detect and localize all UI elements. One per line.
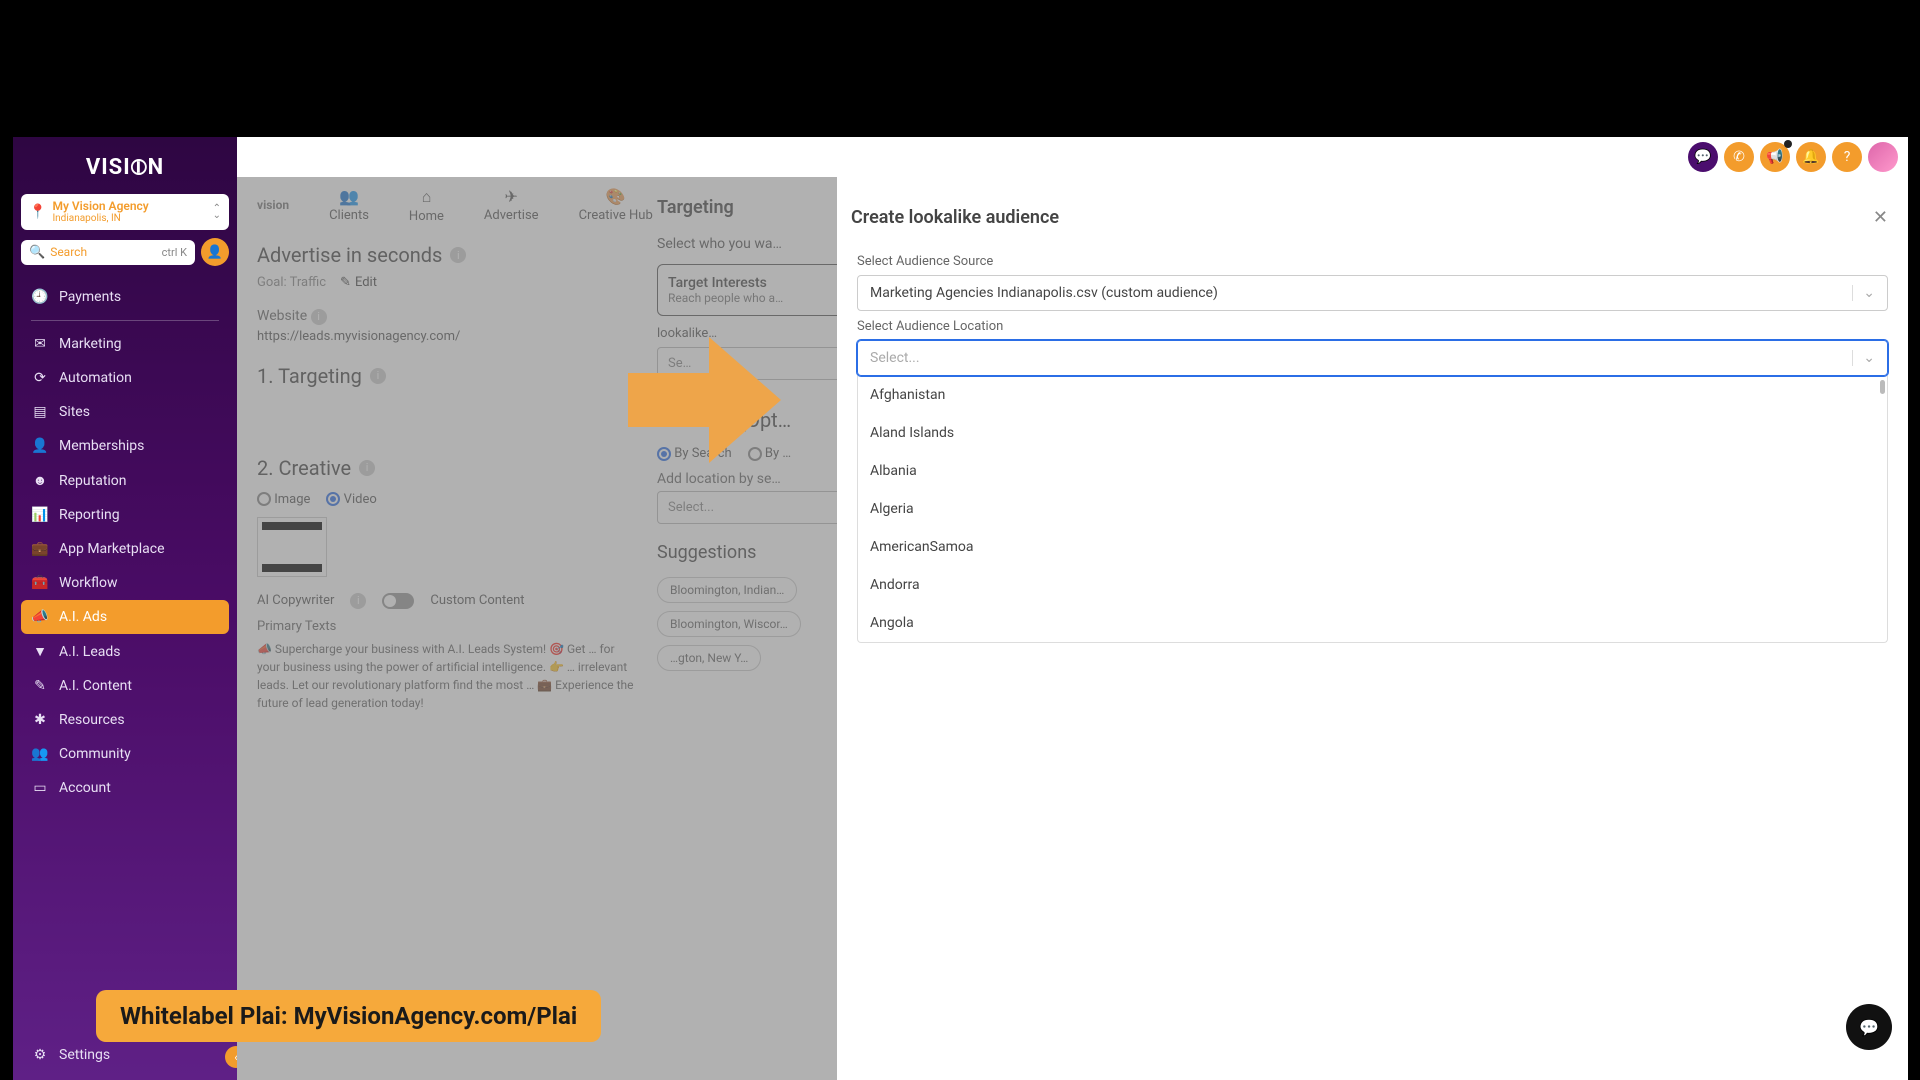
main-canvas: vision 👥Clients ⌂Home ✈Advertise 🎨Creati… (237, 177, 1908, 1080)
chat-fab[interactable]: 💬 (1846, 1004, 1892, 1050)
brand-logo: VISI⦶N (13, 155, 237, 180)
search-shortcut: ctrl K (162, 246, 187, 259)
community-icon: 👥 (31, 746, 49, 762)
avatar[interactable] (1868, 142, 1898, 172)
dropdown-option[interactable]: Angola (858, 604, 1887, 642)
lookalike-modal: Create lookalike audience ✕ Select Audie… (837, 197, 1908, 1080)
sidebar-item-payments[interactable]: 🕘Payments (13, 280, 237, 314)
search-placeholder: Search (50, 245, 156, 259)
gear-icon: ⚙ (31, 1047, 49, 1063)
help-icon[interactable]: ? (1832, 142, 1862, 172)
chevron-updown-icon: ⌃⌄ (213, 205, 221, 219)
sidebar-item-automation[interactable]: ⟳Automation (13, 361, 237, 395)
agency-name: My Vision Agency (52, 200, 148, 213)
account-icon: ▭ (31, 780, 49, 796)
modal-title: Create lookalike audience (851, 207, 1059, 228)
whitelabel-banner: Whitelabel Plai: MyVisionAgency.com/Plai (96, 990, 601, 1042)
chat-icon[interactable]: 💬 (1688, 142, 1718, 172)
annotation-arrow (610, 310, 790, 494)
location-label: Select Audience Location (857, 319, 1888, 334)
dropdown-option[interactable]: Andorra (858, 566, 1887, 604)
location-dropdown: Afghanistan Aland Islands Albania Algeri… (857, 376, 1888, 643)
dropdown-option[interactable]: Aland Islands (858, 414, 1887, 452)
agency-location: Indianapolis, IN (52, 213, 148, 224)
scrollbar[interactable] (1880, 380, 1885, 394)
workflow-icon: 🧰 (31, 575, 49, 591)
source-select[interactable]: Marketing Agencies Indianapolis.csv (cus… (857, 275, 1888, 311)
sidebar-item-community[interactable]: 👥Community (13, 737, 237, 771)
search-icon: 🔍 (29, 245, 45, 260)
location-placeholder: Select... (870, 350, 920, 366)
sidebar: VISI⦶N 📍 My Vision Agency Indianapolis, … (13, 137, 237, 1080)
phone-icon[interactable]: ✆ (1724, 142, 1754, 172)
sidebar-item-ai-ads[interactable]: 📣A.I. Ads (21, 600, 229, 634)
location-select[interactable]: Select... ⌄ (857, 340, 1888, 376)
sidebar-item-reporting[interactable]: 📊Reporting (13, 498, 237, 532)
sites-icon: ▤ (31, 404, 49, 420)
source-label: Select Audience Source (857, 254, 1888, 269)
dropdown-option[interactable]: Afghanistan (858, 376, 1887, 414)
sidebar-item-resources[interactable]: ✱Resources (13, 703, 237, 737)
agency-selector[interactable]: 📍 My Vision Agency Indianapolis, IN ⌃⌄ (21, 194, 229, 230)
chevron-down-icon: ⌄ (1852, 285, 1875, 301)
dropdown-option[interactable]: Albania (858, 452, 1887, 490)
ads-icon: 📣 (31, 609, 49, 625)
sidebar-item-account[interactable]: ▭Account (13, 771, 237, 805)
source-value: Marketing Agencies Indianapolis.csv (cus… (870, 285, 1218, 301)
reporting-icon: 📊 (31, 507, 49, 523)
dropdown-option[interactable]: Algeria (858, 490, 1887, 528)
search-input[interactable]: 🔍 Search ctrl K (21, 240, 195, 265)
close-icon[interactable]: ✕ (1873, 207, 1888, 228)
sidebar-item-ai-content[interactable]: ✎A.I. Content (13, 669, 237, 703)
sidebar-item-workflow[interactable]: 🧰Workflow (13, 566, 237, 600)
sidebar-item-app-marketplace[interactable]: 💼App Marketplace (13, 532, 237, 566)
pin-icon: 📍 (29, 204, 46, 220)
sidebar-item-sites[interactable]: ▤Sites (13, 395, 237, 429)
divider (31, 320, 219, 321)
chevron-down-icon: ⌄ (1852, 350, 1875, 366)
reputation-icon: ☻ (31, 472, 49, 489)
bell-icon[interactable]: 🔔 (1796, 142, 1826, 172)
funnel-icon: ▼ (31, 643, 49, 660)
marketing-icon: ✉ (31, 336, 49, 352)
sidebar-nav: 🕘Payments ✉Marketing ⟳Automation ▤Sites … (13, 276, 237, 809)
dropdown-option[interactable]: AmericanSamoa (858, 528, 1887, 566)
sidebar-item-settings[interactable]: ⚙Settings (13, 1038, 237, 1072)
marketplace-icon: 💼 (31, 541, 49, 557)
automation-icon: ⟳ (31, 370, 49, 386)
topbar: 💬 ✆ 📢 🔔 ? (13, 137, 1908, 177)
memberships-icon: 👤 (31, 438, 49, 454)
sidebar-item-ai-leads[interactable]: ▼A.I. Leads (13, 634, 237, 669)
sidebar-item-memberships[interactable]: 👤Memberships (13, 429, 237, 463)
sidebar-item-reputation[interactable]: ☻Reputation (13, 463, 237, 498)
sidebar-item-marketing[interactable]: ✉Marketing (13, 327, 237, 361)
resources-icon: ✱ (31, 712, 49, 728)
app-region: 💬 ✆ 📢 🔔 ? VISI⦶N 📍 My Vision Agency Indi… (13, 137, 1908, 1080)
announce-icon[interactable]: 📢 (1760, 142, 1790, 172)
payments-icon: 🕘 (31, 289, 49, 305)
user-icon[interactable]: 👤 (201, 238, 229, 266)
content-icon: ✎ (31, 678, 49, 694)
